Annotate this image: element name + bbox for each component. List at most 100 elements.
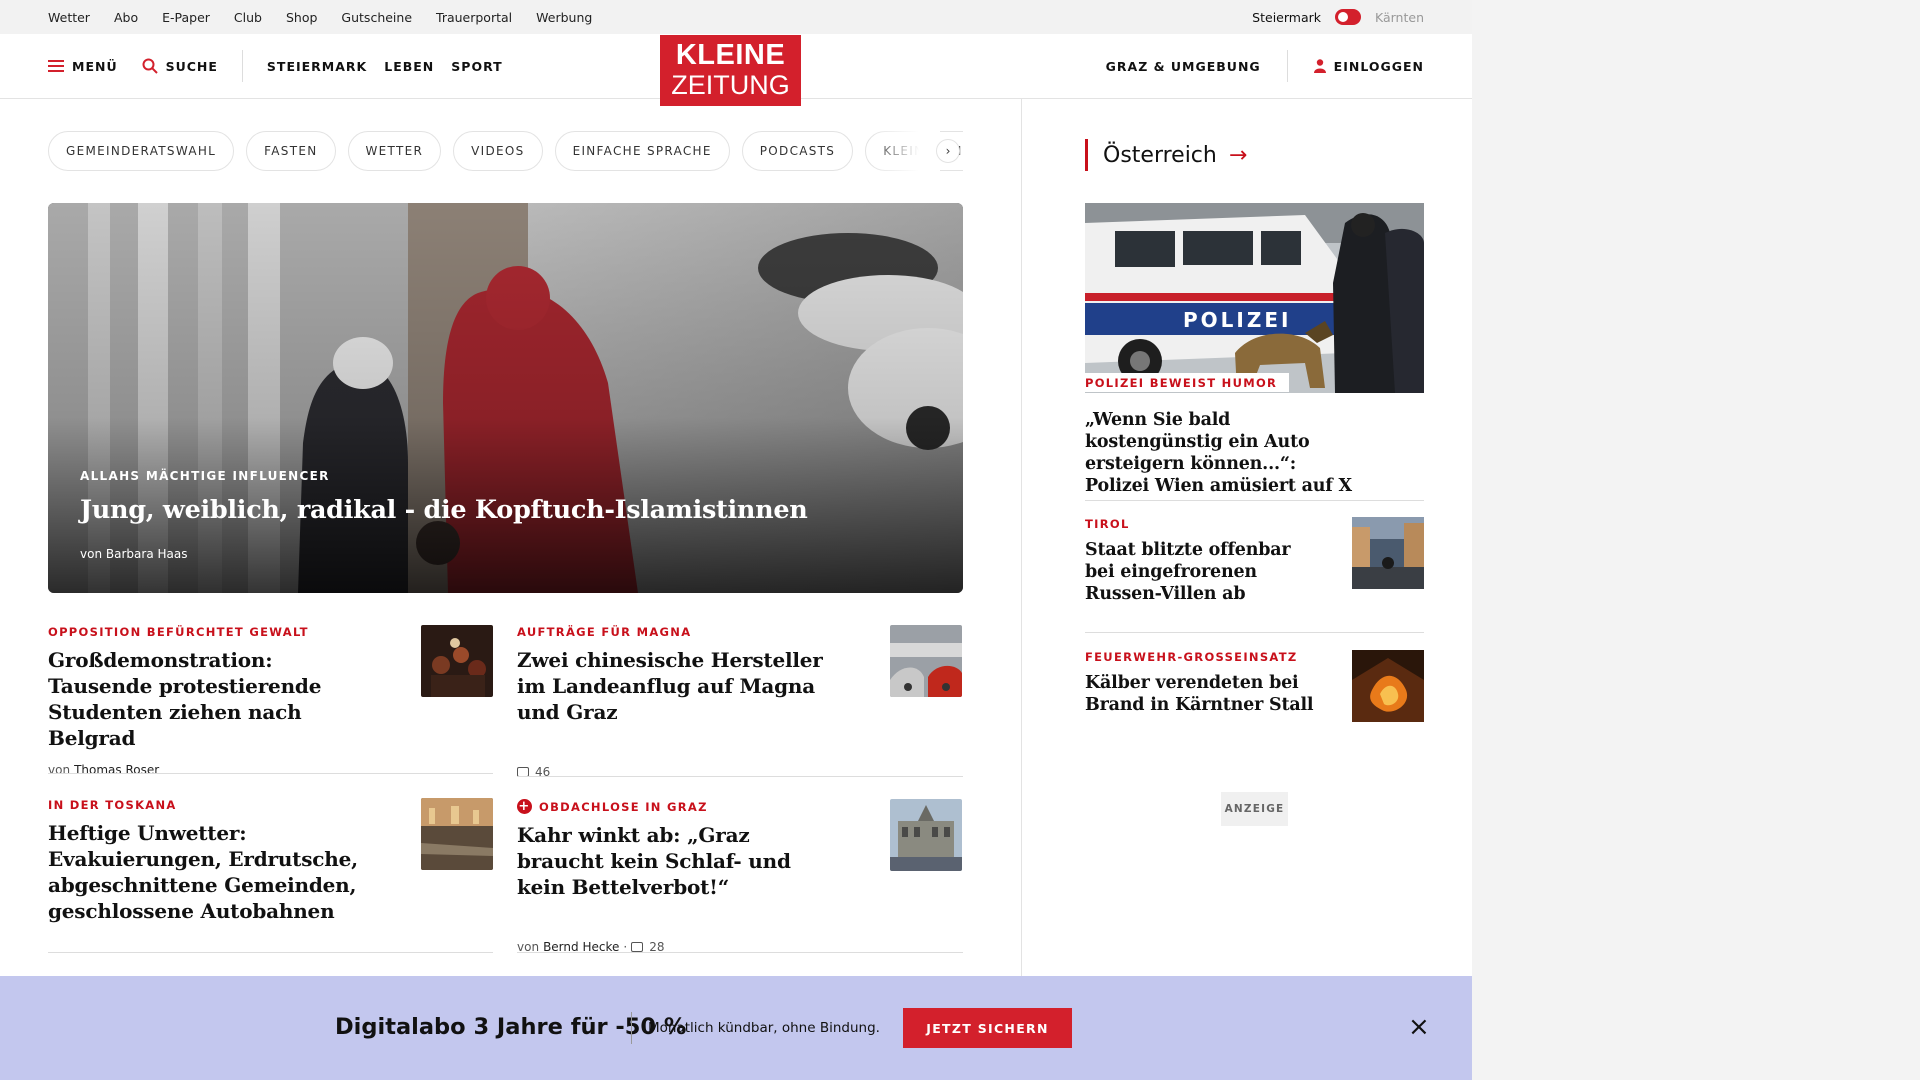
kleine-zeitung-logo[interactable]: KLEINE ZEITUNG <box>660 35 801 106</box>
article-thumbnail[interactable] <box>890 799 962 871</box>
chip-videos[interactable]: VIDEOS <box>453 131 543 171</box>
article-byline: von Thomas Roser <box>48 763 493 777</box>
article-divider <box>517 952 963 953</box>
arrow-right-icon: → <box>1228 142 1248 168</box>
hero-author[interactable]: Barbara Haas <box>106 547 188 561</box>
author-prefix: von <box>48 763 71 777</box>
search-button[interactable]: SUCHE <box>142 58 218 74</box>
article-divider <box>48 952 493 953</box>
chip-podcasts[interactable]: PODCASTS <box>741 131 854 171</box>
ad-label: ANZEIGE <box>1221 792 1288 826</box>
close-icon[interactable]: × <box>1408 1014 1430 1040</box>
sidebar-top-title[interactable]: „Wenn Sie bald kostengünstig ein Auto er… <box>1085 409 1365 497</box>
plus-premium-icon: + <box>517 799 532 814</box>
subscription-banner: Digitalabo 3 Jahre für -50 % Monatlich k… <box>0 976 1472 1080</box>
utility-link-abo[interactable]: Abo <box>114 10 138 25</box>
article-card[interactable]: OPPOSITION BEFÜRCHTET GEWALT Großdemonst… <box>48 625 493 777</box>
article-card[interactable]: AUFTRÄGE FÜR MAGNA Zwei chinesische Hers… <box>517 625 962 779</box>
hamburger-icon <box>48 60 64 72</box>
login-button[interactable]: EINLOGGEN <box>1313 58 1424 74</box>
nav-sport[interactable]: SPORT <box>451 59 502 74</box>
sidebar-article[interactable]: TIROL Staat blitzte offenbar bei eingefr… <box>1085 517 1424 605</box>
utility-links: Wetter Abo E-Paper Club Shop Gutscheine … <box>48 0 592 34</box>
article-title[interactable]: Kahr winkt ab: „Graz braucht kein Schlaf… <box>517 822 837 900</box>
utility-link-gutscheine[interactable]: Gutscheine <box>341 10 412 25</box>
chip-einfache-sprache[interactable]: EINFACHE SPRACHE <box>554 131 730 171</box>
article-title[interactable]: Zwei chinesische Hersteller im Landeanfl… <box>517 647 837 725</box>
page: Wetter Abo E-Paper Club Shop Gutscheine … <box>0 0 1472 1080</box>
hero-text: ALLAHS MÄCHTIGE INFLUENCER Jung, weiblic… <box>80 469 808 561</box>
article-thumbnail[interactable] <box>890 625 962 697</box>
region-kaernten[interactable]: Kärnten <box>1375 10 1424 25</box>
nav-steiermark[interactable]: STEIERMARK <box>267 59 367 74</box>
sidebar-article-title[interactable]: Staat blitzte offenbar bei eingefrorenen… <box>1085 539 1315 605</box>
utility-link-shop[interactable]: Shop <box>286 10 317 25</box>
search-label: SUCHE <box>165 58 218 74</box>
utility-bar: Wetter Abo E-Paper Club Shop Gutscheine … <box>0 0 1472 34</box>
menu-label: MENÜ <box>72 58 118 74</box>
promo-divider <box>631 1012 632 1044</box>
page-background-right <box>1472 0 1920 1080</box>
header-right: GRAZ & UMGEBUNG EINLOGGEN <box>1106 34 1424 98</box>
sidebar-article-thumbnail[interactable] <box>1352 517 1424 589</box>
logo-line-2: ZEITUNG <box>671 70 790 100</box>
main-header: MENÜ SUCHE STEIERMARK LEBEN SPORT KLEINE… <box>0 34 1472 106</box>
main-column: GEMEINDERATSWAHL FASTEN WETTER VIDEOS EI… <box>0 99 1022 979</box>
article-thumbnail[interactable] <box>421 798 493 870</box>
region-link-graz[interactable]: GRAZ & UMGEBUNG <box>1106 59 1261 74</box>
article-title[interactable]: Großdemonstration: Tausende protestieren… <box>48 647 368 751</box>
logo-line-1: KLEINE <box>675 39 786 71</box>
region-switch: Steiermark Kärnten <box>1252 0 1424 34</box>
user-icon <box>1313 59 1326 73</box>
article-thumbnail[interactable] <box>421 625 493 697</box>
hero-author-prefix: von <box>80 547 103 561</box>
article-author[interactable]: Thomas Roser <box>74 763 159 777</box>
article-divider <box>517 776 963 777</box>
hero-title[interactable]: Jung, weiblich, radikal - die Kopftuch-I… <box>80 495 808 525</box>
header-divider <box>241 50 243 82</box>
chip-gemeinderatswahl[interactable]: GEMEINDERATSWAHL <box>48 131 235 171</box>
hero-kicker: ALLAHS MÄCHTIGE INFLUENCER <box>80 469 330 483</box>
chip-fasten[interactable]: FASTEN <box>246 131 336 171</box>
header-nav: STEIERMARK LEBEN SPORT <box>267 59 503 74</box>
chips-next-button[interactable]: › <box>936 139 960 163</box>
hero-byline: von Barbara Haas <box>80 547 808 561</box>
menu-button[interactable]: MENÜ <box>48 59 118 74</box>
sidebar-divider <box>1085 632 1424 633</box>
sidebar-article[interactable]: FEUERWEHR-GROSSEINSATZ Kälber verendeten… <box>1085 650 1424 722</box>
article-divider <box>48 773 493 774</box>
promo-subtitle: Monatlich kündbar, ohne Bindung. <box>648 1020 880 1036</box>
sidebar-divider <box>1085 500 1424 501</box>
utility-link-wetter[interactable]: Wetter <box>48 10 90 25</box>
police-van-text: POLIZEI <box>1183 308 1291 332</box>
article-kicker-text: OBDACHLOSE IN GRAZ <box>539 799 708 814</box>
section-title: Österreich <box>1103 142 1217 168</box>
section-header-oesterreich[interactable]: Österreich → <box>1085 139 1247 171</box>
header-divider-right <box>1286 50 1288 82</box>
nav-leben[interactable]: LEBEN <box>384 59 434 74</box>
promo-cta-button[interactable]: JETZT SICHERN <box>903 1008 1072 1048</box>
police-image: POLIZEI <box>1085 203 1424 393</box>
region-toggle[interactable] <box>1335 9 1361 25</box>
region-steiermark[interactable]: Steiermark <box>1252 10 1321 25</box>
header-left: MENÜ SUCHE STEIERMARK LEBEN SPORT <box>48 34 503 98</box>
sidebar-top-kicker: POLIZEI BEWEIST HUMOR <box>1085 373 1290 392</box>
chips-fade <box>870 131 940 171</box>
sidebar-article-thumbnail[interactable] <box>1352 650 1424 722</box>
article-title[interactable]: Heftige Unwetter: Evakuierungen, Erdruts… <box>48 820 368 924</box>
sidebar-article-title[interactable]: Kälber verendeten bei Brand in Kärntner … <box>1085 672 1315 716</box>
search-icon <box>142 58 158 74</box>
utility-link-trauerportal[interactable]: Trauerportal <box>436 10 512 25</box>
sidebar-top-article[interactable]: POLIZEI POLIZEI BEWEIST HUMOR „Wenn Sie … <box>1085 203 1424 497</box>
comment-icon <box>631 942 644 952</box>
promo-title: Digitalabo 3 Jahre für -50 % <box>335 1014 687 1040</box>
login-label: EINLOGGEN <box>1333 58 1424 74</box>
utility-link-club[interactable]: Club <box>234 10 262 25</box>
hero-article[interactable]: ALLAHS MÄCHTIGE INFLUENCER Jung, weiblic… <box>48 203 963 593</box>
utility-link-werbung[interactable]: Werbung <box>536 10 592 25</box>
article-card[interactable]: IN DER TOSKANA Heftige Unwetter: Evakuie… <box>48 798 493 924</box>
chip-wetter[interactable]: WETTER <box>347 131 442 171</box>
utility-link-epaper[interactable]: E-Paper <box>162 10 210 25</box>
topic-chips: GEMEINDERATSWAHL FASTEN WETTER VIDEOS EI… <box>48 131 963 171</box>
article-card[interactable]: + OBDACHLOSE IN GRAZ Kahr winkt ab: „Gra… <box>517 799 962 954</box>
